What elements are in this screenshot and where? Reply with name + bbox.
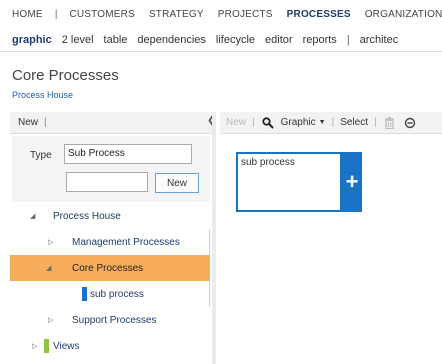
- panel-splitter[interactable]: [212, 112, 216, 364]
- tree-new-button[interactable]: New: [18, 117, 38, 128]
- type-field[interactable]: Sub Process: [64, 144, 192, 164]
- process-shape-label: sub process: [241, 157, 295, 168]
- breadcrumb[interactable]: Process House: [12, 90, 73, 100]
- nav-strategy[interactable]: STRATEGY: [149, 9, 204, 20]
- nav-separator: |: [54, 8, 58, 20]
- toolbar-separator: |: [331, 117, 335, 128]
- expanded-triangle-icon[interactable]: ◢: [30, 212, 35, 220]
- process-tree: ◢ Process House ▷ Management Processes ◢…: [10, 203, 212, 364]
- toolbar-separator: |: [44, 117, 47, 128]
- tab-dependencies[interactable]: dependencies: [137, 34, 206, 46]
- tree-item-support[interactable]: ▷ Support Processes: [10, 307, 210, 333]
- tree-item-label: Views: [53, 340, 80, 352]
- nav-projects[interactable]: PROJECTS: [218, 9, 273, 20]
- tree-item-core[interactable]: ◢ Core Processes: [10, 255, 210, 281]
- tree-item-label: Support Processes: [72, 314, 157, 326]
- nav-organization[interactable]: ORGANIZATION: [365, 9, 442, 20]
- tree-item-management[interactable]: ▷ Management Processes: [10, 229, 210, 255]
- new-button[interactable]: New: [155, 173, 199, 193]
- views-marker: [44, 339, 49, 353]
- canvas-toolbar: New | Graphic ▼ | Select |: [220, 112, 442, 134]
- name-field[interactable]: [66, 172, 148, 192]
- tree-item-label: Core Processes: [72, 262, 144, 274]
- collapsed-triangle-icon[interactable]: ▷: [48, 316, 53, 324]
- type-label: Type: [30, 150, 52, 161]
- tree-item-views[interactable]: ▷ Views: [10, 333, 210, 359]
- left-toolbar: New |: [10, 112, 216, 134]
- tab-graphic[interactable]: graphic: [12, 34, 52, 46]
- tree-item-label: Process House: [53, 210, 121, 222]
- nav-processes[interactable]: PROCESSES: [287, 9, 351, 20]
- collapsed-triangle-icon[interactable]: ▷: [32, 342, 37, 350]
- graphic-dropdown[interactable]: Graphic: [281, 117, 316, 128]
- tab-separator: |: [346, 33, 350, 46]
- tab-editor[interactable]: editor: [265, 34, 293, 46]
- tree-item-sub-process[interactable]: sub process: [10, 281, 210, 307]
- toolbar-separator: |: [373, 117, 377, 128]
- tab-lifecycle[interactable]: lifecycle: [216, 34, 255, 46]
- nav-customers[interactable]: CUSTOMERS: [69, 9, 135, 20]
- nav-home[interactable]: HOME: [12, 9, 43, 20]
- canvas-new-button[interactable]: New: [226, 117, 246, 128]
- tree-item-label: sub process: [90, 288, 144, 300]
- trash-icon[interactable]: [383, 116, 397, 130]
- tab-table[interactable]: table: [104, 34, 128, 46]
- toolbar-separator: |: [252, 117, 255, 128]
- tab-architecture[interactable]: architec: [360, 34, 399, 46]
- link-icon[interactable]: [403, 116, 417, 130]
- tree-item-process-house[interactable]: ◢ Process House: [10, 203, 210, 229]
- tab-2-level[interactable]: 2 level: [62, 34, 94, 46]
- item-marker: [82, 287, 87, 301]
- collapsed-triangle-icon[interactable]: ▷: [48, 238, 53, 246]
- chevron-down-icon[interactable]: ▼: [319, 119, 326, 126]
- process-shape[interactable]: sub process: [236, 152, 342, 212]
- top-nav: HOME | CUSTOMERS STRATEGY PROJECTS PROCE…: [0, 0, 442, 28]
- expanded-triangle-icon[interactable]: ◢: [46, 264, 51, 272]
- add-shape-button[interactable]: +: [342, 152, 362, 212]
- select-button[interactable]: Select: [340, 117, 368, 128]
- page-title: Core Processes: [12, 67, 119, 84]
- tree-item-label: Management Processes: [72, 236, 180, 248]
- sub-nav: graphic 2 level table dependencies lifec…: [0, 28, 442, 52]
- tab-reports[interactable]: reports: [303, 34, 337, 46]
- zoom-search-icon[interactable]: [261, 116, 275, 130]
